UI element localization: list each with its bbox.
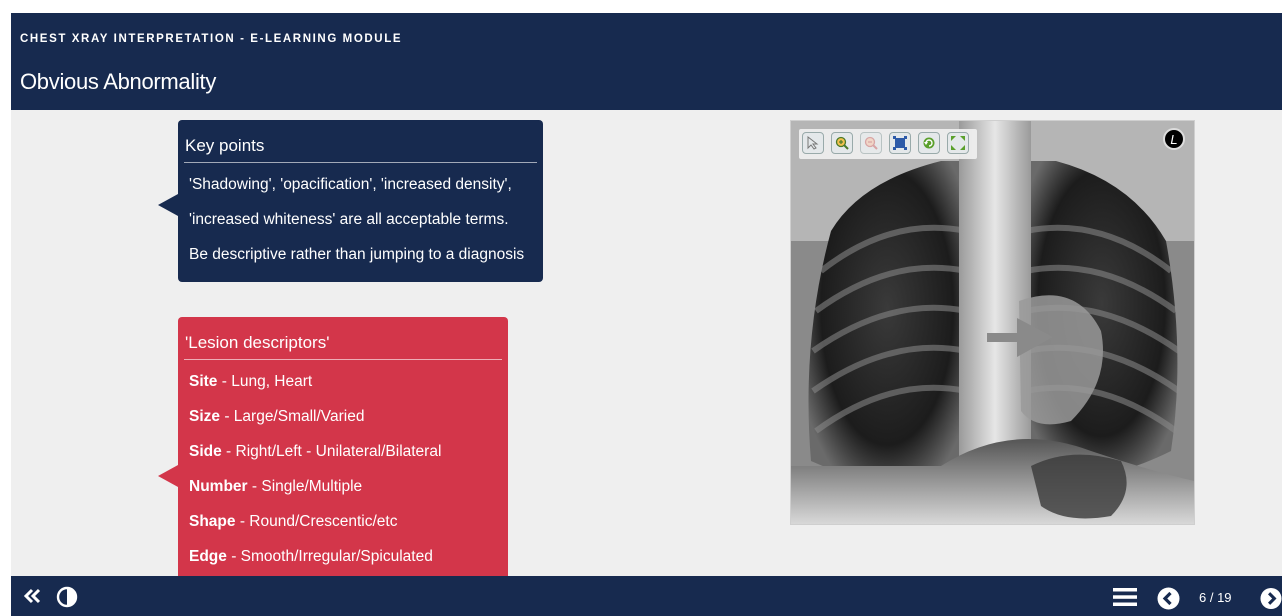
descriptor-item: Site - Lung, Heart	[189, 364, 508, 399]
key-points-title: Key points	[184, 120, 537, 163]
chest-xray-image	[791, 121, 1194, 524]
lesion-descriptors-callout: 'Lesion descriptors' Site - Lung, Heart …	[158, 317, 508, 616]
descriptor-term: Side	[189, 443, 222, 460]
key-points-callout: Key points 'Shadowing', 'opacification',…	[158, 120, 543, 282]
key-point-line: 'increased whiteness' are all acceptable…	[189, 211, 509, 228]
descriptor-desc: - Single/Multiple	[247, 478, 363, 495]
module-frame: CHEST XRAY INTERPRETATION - E-LEARNING M…	[11, 13, 1282, 616]
descriptor-item: Edge - Smooth/Irregular/Spiculated	[189, 539, 508, 574]
header-bar: CHEST XRAY INTERPRETATION - E-LEARNING M…	[11, 13, 1282, 110]
reset-icon[interactable]	[918, 132, 940, 154]
descriptor-item: Side - Right/Left - Unilateral/Bilateral	[189, 434, 508, 469]
fit-icon[interactable]	[889, 132, 911, 154]
key-point-line: 'Shadowing', 'opacification', 'increased…	[189, 176, 512, 193]
pointer-icon[interactable]	[802, 132, 824, 154]
descriptor-desc: - Lung, Heart	[217, 373, 313, 390]
page-title: Obvious Abnormality	[20, 69, 217, 94]
descriptor-desc: - Round/Crescentic/etc	[235, 513, 398, 530]
key-point-line: Be descriptive rather than jumping to a …	[189, 246, 525, 263]
footer-bar: 6 / 19	[11, 576, 1282, 616]
zoom-in-icon[interactable]	[831, 132, 853, 154]
contrast-icon[interactable]	[55, 585, 79, 609]
previous-page-icon[interactable]	[1156, 586, 1180, 610]
fullscreen-icon[interactable]	[947, 132, 969, 154]
page-indicator: 6 / 19	[1199, 590, 1232, 605]
descriptor-desc: - Right/Left - Unilateral/Bilateral	[221, 443, 442, 460]
module-title: CHEST XRAY INTERPRETATION - E-LEARNING M…	[20, 33, 403, 45]
lesion-descriptors-list: Site - Lung, Heart Size - Large/Small/Va…	[178, 360, 508, 574]
descriptor-item: Shape - Round/Crescentic/etc	[189, 504, 508, 539]
zoom-out-icon[interactable]	[860, 132, 882, 154]
key-points-list: 'Shadowing', 'opacification', 'increased…	[178, 163, 543, 272]
callout-pointer	[158, 194, 178, 216]
descriptor-term: Site	[189, 373, 218, 390]
descriptor-desc: - Large/Small/Varied	[220, 408, 365, 425]
descriptor-term: Shape	[189, 513, 236, 530]
descriptor-desc: - Smooth/Irregular/Spiculated	[226, 548, 433, 565]
descriptor-term: Edge	[189, 548, 227, 565]
descriptor-item: Number - Single/Multiple	[189, 469, 508, 504]
lesion-descriptors-title: 'Lesion descriptors'	[184, 317, 502, 360]
orientation-marker: L	[1163, 128, 1185, 150]
descriptor-term: Number	[189, 478, 248, 495]
next-page-icon[interactable]	[1260, 586, 1282, 610]
xray-viewer[interactable]: L	[790, 120, 1195, 525]
menu-collapse-icon[interactable]	[21, 586, 43, 606]
menu-icon[interactable]	[1113, 586, 1137, 608]
viewer-toolbar	[799, 129, 977, 159]
descriptor-term: Size	[189, 408, 221, 425]
callout-pointer	[158, 465, 178, 487]
descriptor-item: Size - Large/Small/Varied	[189, 399, 508, 434]
